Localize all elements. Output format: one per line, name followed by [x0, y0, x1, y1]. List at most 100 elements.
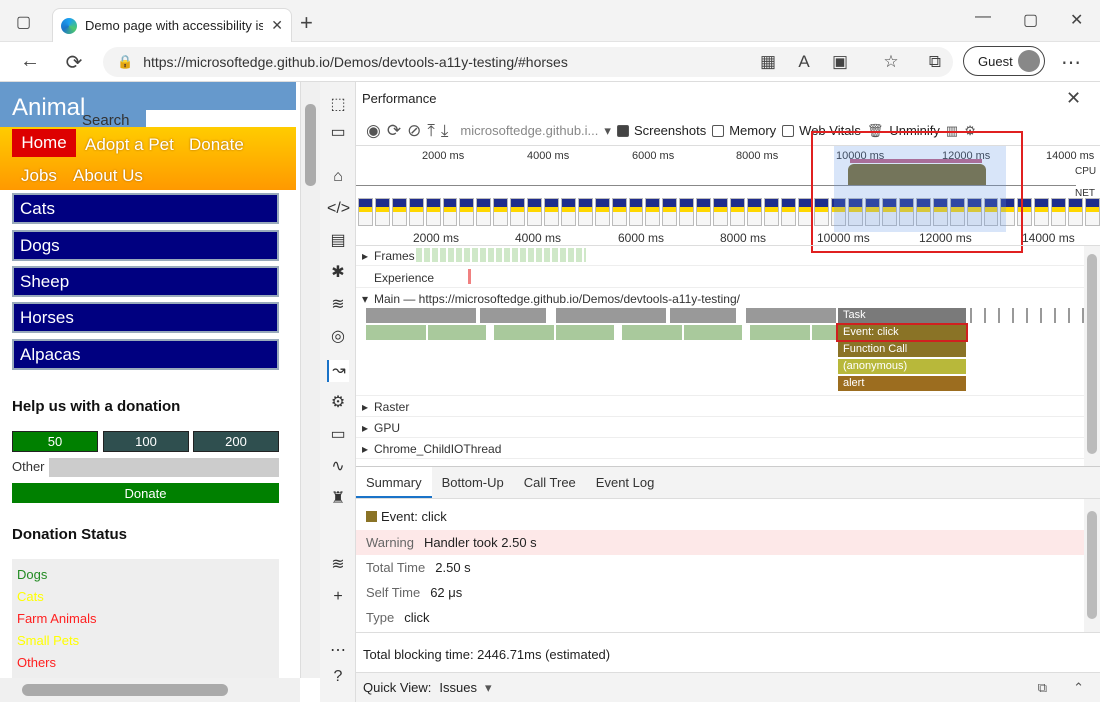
layout-shift-marker[interactable]	[468, 269, 471, 284]
nav-adopt[interactable]: Adopt a Pet	[85, 135, 174, 155]
welcome-icon[interactable]: ⌂	[327, 166, 349, 188]
flame-event-click[interactable]: Event: click	[836, 323, 968, 342]
back-button[interactable]: ←	[17, 50, 43, 73]
maximize-button[interactable]: ▢	[1023, 10, 1038, 30]
favorites-icon[interactable]: ☆	[878, 52, 904, 72]
nav-home[interactable]: Home	[12, 129, 76, 157]
scroll-thumb[interactable]	[305, 104, 316, 186]
summary-scrollbar[interactable]	[1084, 499, 1100, 632]
close-window-button[interactable]: ✕	[1070, 10, 1083, 30]
expand-icon[interactable]: ▸	[362, 249, 368, 263]
tab-event-log[interactable]: Event Log	[586, 467, 665, 498]
screenshot-thumb	[358, 198, 373, 226]
flame-chart-scrollbar[interactable]	[1084, 246, 1100, 466]
refresh-button[interactable]: ⟳	[61, 50, 87, 75]
time-ruler: 2000 ms 4000 ms 6000 ms 8000 ms 10000 ms…	[356, 228, 1100, 246]
browser-tab[interactable]: Demo page with accessibility issu ✕	[52, 8, 292, 42]
device-emulation-icon[interactable]: ▭	[327, 122, 349, 144]
flame-anonymous[interactable]: (anonymous)	[838, 359, 966, 374]
page-vertical-scrollbar[interactable]	[300, 82, 320, 678]
amount-50-button[interactable]: 50	[12, 431, 98, 452]
screenshots-checkbox[interactable]: Screenshots	[616, 123, 707, 138]
memory-icon[interactable]: ⚙	[327, 392, 349, 414]
collapse-icon[interactable]: ▾	[362, 292, 368, 306]
recording-select[interactable]: microsoftedge.github.i...	[460, 123, 598, 138]
close-tab-icon[interactable]: ✕	[271, 17, 283, 34]
gpu-track[interactable]: ▸ GPU	[356, 417, 1084, 438]
animal-link-alpacas[interactable]: Alpacas	[12, 339, 279, 370]
amount-200-button[interactable]: 200	[193, 431, 279, 452]
scroll-thumb[interactable]	[22, 684, 228, 696]
elements-icon[interactable]: </>	[327, 198, 350, 220]
screenshots-label: Screenshots	[633, 123, 707, 138]
apps-icon[interactable]: ▦	[755, 52, 781, 72]
performance-icon[interactable]: ↝	[327, 360, 349, 382]
screenshot-thumb	[577, 198, 593, 226]
other-amount-input[interactable]	[49, 458, 279, 477]
network-conditions-icon[interactable]: ≋	[327, 554, 349, 576]
help-icon[interactable]: ?	[327, 666, 349, 688]
animal-link-horses[interactable]: Horses	[12, 302, 279, 333]
tab-actions-icon[interactable]: ▢	[16, 12, 31, 32]
chevron-up-icon[interactable]: ⌃	[1073, 680, 1084, 696]
record-icon[interactable]: ◉	[366, 121, 381, 141]
tab-bottom-up[interactable]: Bottom-Up	[432, 467, 514, 498]
issues-icon[interactable]: ◎	[327, 326, 349, 348]
performance-monitor-icon[interactable]: ∿	[327, 456, 349, 478]
child-io-track[interactable]: ▸ Chrome_ChildIOThread	[356, 438, 1084, 459]
application-icon[interactable]: ▭	[327, 424, 349, 446]
minimize-button[interactable]: —	[975, 8, 991, 26]
read-aloud-icon[interactable]: A	[791, 52, 817, 72]
scroll-thumb[interactable]	[1087, 511, 1097, 619]
main-thread-track[interactable]: ▾ Main — https://microsoftedge.github.io…	[356, 288, 1084, 396]
upload-icon[interactable]: ⤒	[427, 121, 435, 141]
experience-track[interactable]: Experience	[356, 266, 1084, 288]
raster-track[interactable]: ▸ Raster	[356, 396, 1084, 417]
inspect-icon[interactable]: ⬚	[327, 94, 349, 116]
sources-icon[interactable]: ✱	[327, 262, 349, 284]
profile-button[interactable]: Guest	[963, 46, 1045, 76]
tab-call-tree[interactable]: Call Tree	[514, 467, 586, 498]
new-tab-button[interactable]: +	[300, 10, 313, 36]
search-input[interactable]	[146, 110, 296, 128]
more-options-icon[interactable]: ⋯	[327, 640, 349, 662]
memory-checkbox[interactable]: Memory	[712, 123, 776, 138]
nav-donate[interactable]: Donate	[189, 135, 244, 155]
flame-function-call[interactable]: Function Call	[838, 342, 966, 357]
animal-link-sheep[interactable]: Sheep	[12, 266, 279, 297]
clear-icon[interactable]: ⊘	[407, 121, 421, 141]
chevron-down-icon[interactable]: ▾	[604, 123, 611, 139]
immersive-reader-icon[interactable]: ▣	[827, 52, 853, 72]
more-button[interactable]: ⋯	[1058, 50, 1084, 75]
chevron-down-icon[interactable]: ▾	[485, 680, 492, 696]
dock-icon[interactable]: ⧉	[1038, 680, 1047, 696]
download-icon[interactable]: ⤓	[441, 121, 449, 141]
expand-icon[interactable]: ▸	[362, 421, 368, 435]
donate-button[interactable]: Donate	[12, 483, 279, 503]
network-icon[interactable]: ≋	[327, 294, 349, 316]
console-icon[interactable]: ▤	[327, 230, 349, 252]
scroll-thumb[interactable]	[1087, 254, 1097, 454]
address-bar[interactable]: 🔒 https://microsoftedge.github.io/Demos/…	[103, 47, 953, 77]
flame-alert[interactable]: alert	[838, 376, 966, 391]
animal-link-cats[interactable]: Cats	[12, 193, 279, 224]
collections-icon[interactable]: ⧉	[922, 52, 948, 72]
tab-summary[interactable]: Summary	[356, 467, 432, 498]
flame-task[interactable]: Task	[838, 308, 966, 323]
nav-jobs[interactable]: Jobs	[21, 166, 57, 186]
lock-icon[interactable]: 🔒	[117, 54, 133, 70]
flame-chart[interactable]: ▸ Frames Experience ▾ Main — https://mic…	[356, 246, 1084, 466]
main-thread-label: Main — https://microsoftedge.github.io/D…	[374, 292, 740, 306]
amount-100-button[interactable]: 100	[103, 431, 189, 452]
frames-track[interactable]: ▸ Frames	[356, 246, 1084, 266]
lighthouse-icon[interactable]: ♜	[327, 488, 349, 510]
nav-about[interactable]: About Us	[73, 166, 143, 186]
expand-icon[interactable]: ▸	[362, 442, 368, 456]
quick-view-select[interactable]: Issues	[439, 680, 477, 695]
close-panel-icon[interactable]: ✕	[1066, 88, 1081, 109]
expand-icon[interactable]: ▸	[362, 400, 368, 414]
reload-record-icon[interactable]: ⟳	[387, 121, 401, 141]
more-tools-icon[interactable]: +	[327, 586, 349, 608]
page-horizontal-scrollbar[interactable]	[0, 678, 300, 702]
animal-link-dogs[interactable]: Dogs	[12, 230, 279, 261]
